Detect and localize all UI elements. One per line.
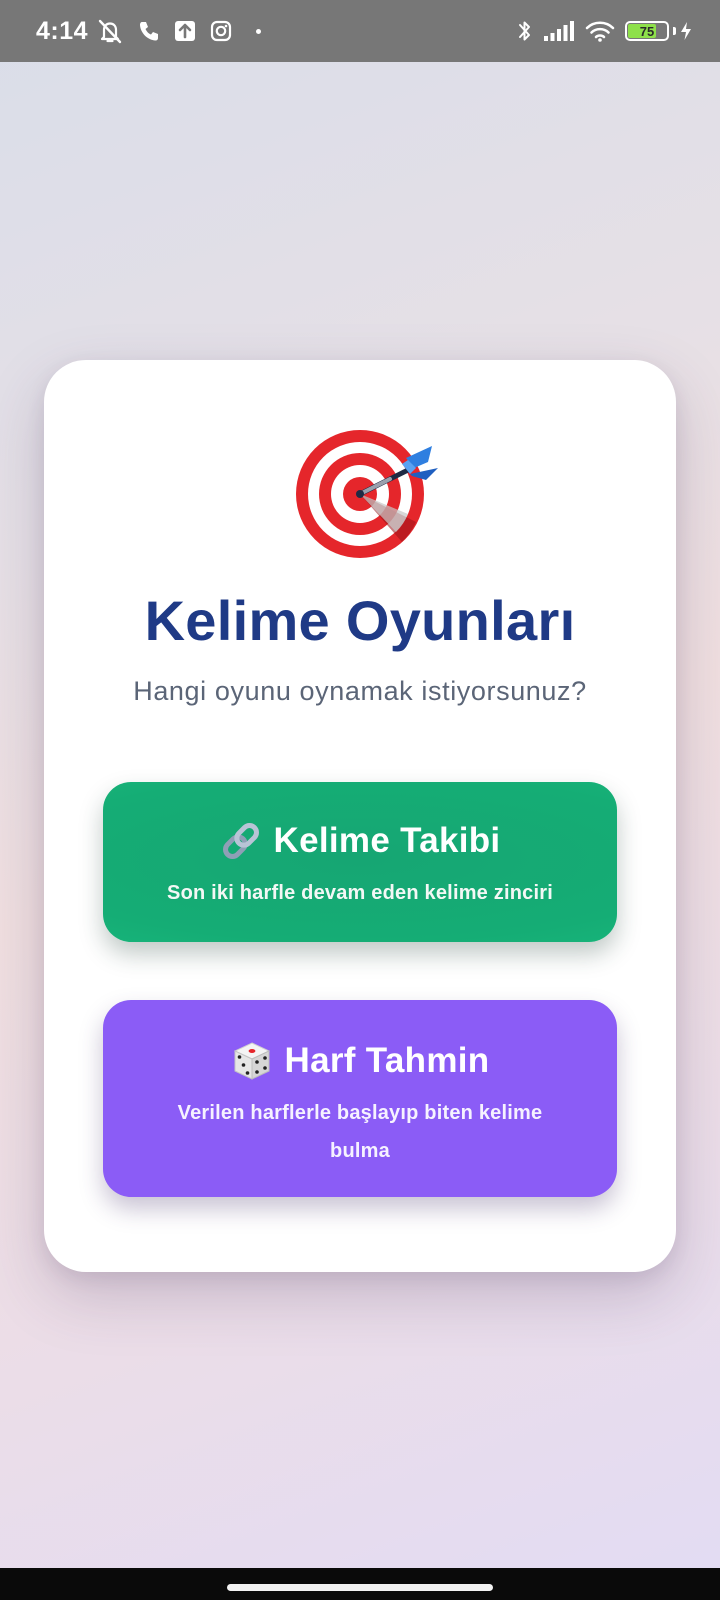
alarm-off-icon (96, 18, 124, 44)
harf-tahmin-button[interactable]: Harf Tahmin Verilen harflerle başlayıp b… (103, 1000, 617, 1197)
status-bar-left: 4:14 (36, 16, 262, 46)
status-bar-right: 75 (517, 18, 692, 44)
harf-tahmin-description: Verilen harflerle başlayıp biten kelime … (177, 1102, 543, 1162)
battery-cap (673, 27, 676, 35)
upload-icon (174, 20, 196, 42)
charging-bolt-icon (680, 21, 692, 41)
phone-call-icon (138, 20, 160, 42)
harf-tahmin-title-row: Harf Tahmin (103, 1040, 617, 1082)
wifi-icon (585, 20, 615, 42)
clock: 4:14 (36, 16, 89, 45)
battery-icon: 75 (625, 21, 669, 41)
navigation-bar (0, 1568, 720, 1600)
harf-tahmin-label: Harf Tahmin (284, 1041, 490, 1080)
page-title: Kelime Oyunları (144, 589, 576, 652)
battery-level: 75 (639, 23, 655, 39)
game-selection-card: Kelime Oyunları Hangi oyunu oynamak isti… (44, 360, 676, 1272)
page-subtitle: Hangi oyunu oynamak istiyorsunuz? (133, 676, 587, 706)
kelime-takibi-label: Kelime Takibi (273, 821, 501, 860)
home-indicator[interactable] (227, 1584, 493, 1591)
signal-icon (543, 20, 575, 42)
notification-dot-icon (256, 28, 262, 34)
target-dart-icon (294, 418, 444, 558)
link-icon (220, 820, 262, 862)
dice-icon (231, 1040, 273, 1082)
kelime-takibi-button[interactable]: Kelime Takibi Son iki harfle devam eden … (103, 782, 617, 942)
instagram-icon (210, 20, 232, 42)
kelime-takibi-description: Son iki harfle devam eden kelime zinciri (167, 882, 553, 904)
bluetooth-icon (517, 18, 533, 44)
kelime-takibi-title-row: Kelime Takibi (103, 820, 617, 862)
status-bar: 4:14 75 (0, 0, 720, 62)
